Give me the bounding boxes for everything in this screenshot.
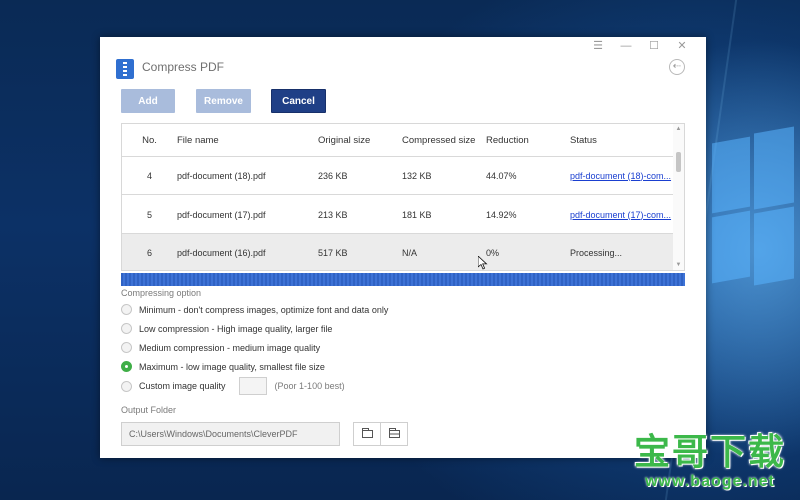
folder-open-icon (388, 428, 400, 438)
row-file-name: pdf-document (16).pdf (177, 247, 266, 258)
back-arrow-icon[interactable]: ⇠ (669, 59, 685, 75)
progress-fill (121, 273, 685, 286)
option-medium-label: Medium compression - medium image qualit… (139, 342, 321, 353)
header-compressed-size[interactable]: Compressed size (402, 135, 486, 146)
option-custom-label: Custom image quality (139, 381, 226, 391)
table-row[interactable]: 6 pdf-document (16).pdf 517 KB N/A 0% Pr… (122, 234, 674, 270)
option-custom[interactable]: Custom image quality (Poor 1-100 best) (121, 377, 345, 395)
zip-file-icon (116, 59, 134, 79)
custom-quality-input[interactable] (238, 377, 267, 395)
table-row[interactable]: 5 pdf-document (17).pdf 213 KB 181 KB 14… (122, 196, 674, 234)
row-number: 5 (146, 209, 152, 220)
scroll-up-icon[interactable]: ▲ (673, 124, 684, 134)
header-reduction[interactable]: Reduction (486, 135, 570, 146)
row-compressed-size: N/A (402, 247, 418, 258)
remove-button[interactable]: Remove (196, 89, 251, 113)
row-number: 4 (146, 170, 152, 181)
scroll-thumb[interactable] (676, 152, 681, 172)
radio-custom[interactable] (121, 380, 132, 392)
header-status[interactable]: Status (570, 135, 674, 146)
row-status: Processing... (570, 247, 623, 258)
open-folder-button[interactable] (380, 422, 408, 446)
row-original-size: 517 KB (318, 247, 348, 258)
scroll-down-icon[interactable]: ▼ (673, 260, 684, 270)
row-file-name: pdf-document (18).pdf (177, 170, 266, 181)
close-icon[interactable]: ✕ (668, 39, 696, 53)
row-status-link[interactable]: pdf-document (18)-com... (570, 171, 671, 181)
row-reduction: 0% (486, 247, 500, 258)
window-title: Compress PDF (142, 60, 225, 74)
watermark: 宝哥下载 www.baoge.net (634, 433, 786, 491)
table-scrollbar[interactable]: ▲ ▼ (673, 124, 684, 270)
option-minimum[interactable]: Minimum - don't compress images, optimiz… (121, 304, 388, 315)
row-original-size: 236 KB (318, 170, 348, 181)
option-low-label: Low compression - High image quality, la… (139, 323, 333, 334)
custom-quality-hint: (Poor 1-100 best) (274, 381, 345, 391)
watermark-url: www.baoge.net (645, 473, 775, 490)
compressing-option-label: Compressing option (121, 288, 202, 298)
maximize-icon[interactable]: ☐ (640, 39, 668, 53)
option-minimum-label: Minimum - don't compress images, optimiz… (139, 304, 389, 315)
row-reduction: 14.92% (486, 209, 517, 220)
header-file-name[interactable]: File name (177, 135, 318, 146)
browse-folder-button[interactable] (353, 422, 381, 446)
row-status-link[interactable]: pdf-document (17)-com... (570, 210, 671, 220)
window-controls: ☰ — ☐ ✕ (584, 39, 696, 53)
option-low[interactable]: Low compression - High image quality, la… (121, 323, 332, 334)
progress-bar (121, 273, 685, 286)
table-header: No. File name Original size Compressed s… (122, 124, 674, 157)
radio-minimum[interactable] (121, 304, 132, 315)
watermark-logo-text: 宝哥下载 (633, 432, 786, 473)
radio-maximum[interactable] (121, 361, 132, 372)
row-file-name: pdf-document (17).pdf (177, 209, 266, 220)
header-original-size[interactable]: Original size (318, 135, 402, 146)
add-button[interactable]: Add (121, 89, 175, 113)
row-number: 6 (146, 247, 152, 258)
mouse-cursor-icon (478, 256, 488, 270)
file-table: No. File name Original size Compressed s… (121, 123, 685, 271)
cancel-button[interactable]: Cancel (271, 89, 326, 113)
compress-pdf-window: ☰ — ☐ ✕ Compress PDF ⇠ Add Remove Cancel… (100, 37, 706, 458)
table-row[interactable]: 4 pdf-document (18).pdf 236 KB 132 KB 44… (122, 157, 674, 195)
option-medium[interactable]: Medium compression - medium image qualit… (121, 342, 320, 353)
row-original-size: 213 KB (318, 209, 348, 220)
radio-medium[interactable] (121, 342, 132, 353)
output-folder-label: Output Folder (121, 405, 177, 415)
header-no[interactable]: No. (122, 135, 177, 146)
output-folder-path[interactable]: C:\Users\Windows\Documents\CleverPDF (121, 422, 340, 446)
option-maximum[interactable]: Maximum - low image quality, smallest fi… (121, 361, 325, 372)
row-compressed-size: 132 KB (402, 170, 432, 181)
folder-icon (361, 428, 373, 438)
minimize-icon[interactable]: — (612, 39, 640, 53)
radio-low[interactable] (121, 323, 132, 334)
row-reduction: 44.07% (486, 170, 517, 181)
row-compressed-size: 181 KB (402, 209, 432, 220)
menu-icon[interactable]: ☰ (584, 39, 612, 53)
option-maximum-label: Maximum - low image quality, smallest fi… (139, 361, 325, 372)
